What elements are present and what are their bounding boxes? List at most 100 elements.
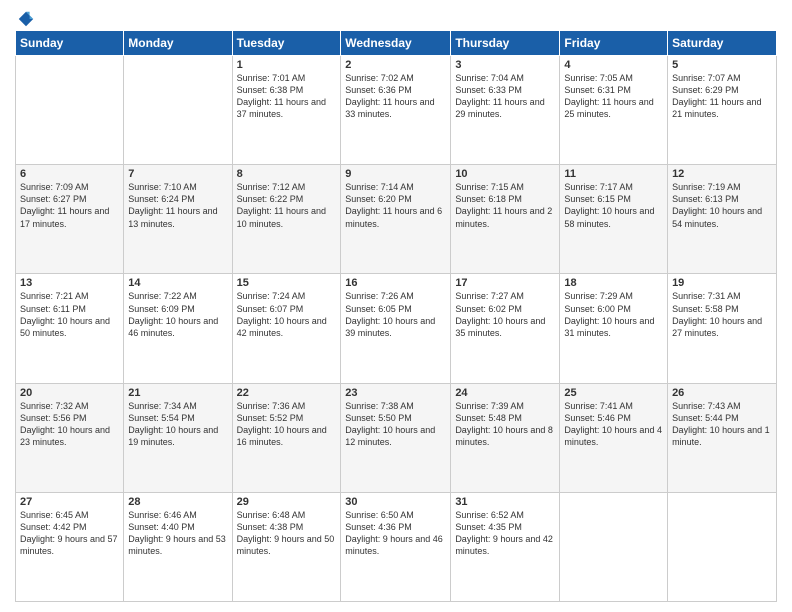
- day-info: Sunrise: 7:10 AM Sunset: 6:24 PM Dayligh…: [128, 181, 227, 230]
- calendar-cell: 19Sunrise: 7:31 AM Sunset: 5:58 PM Dayli…: [668, 274, 777, 383]
- day-info: Sunrise: 7:17 AM Sunset: 6:15 PM Dayligh…: [564, 181, 663, 230]
- calendar-cell: 17Sunrise: 7:27 AM Sunset: 6:02 PM Dayli…: [451, 274, 560, 383]
- calendar-cell: 1Sunrise: 7:01 AM Sunset: 6:38 PM Daylig…: [232, 56, 341, 165]
- calendar-cell: 4Sunrise: 7:05 AM Sunset: 6:31 PM Daylig…: [560, 56, 668, 165]
- day-info: Sunrise: 7:04 AM Sunset: 6:33 PM Dayligh…: [455, 72, 555, 121]
- calendar-cell: 24Sunrise: 7:39 AM Sunset: 5:48 PM Dayli…: [451, 383, 560, 492]
- day-number: 28: [128, 496, 227, 508]
- day-number: 24: [455, 387, 555, 399]
- calendar-cell: 18Sunrise: 7:29 AM Sunset: 6:00 PM Dayli…: [560, 274, 668, 383]
- day-info: Sunrise: 7:38 AM Sunset: 5:50 PM Dayligh…: [345, 400, 446, 449]
- calendar-cell: 28Sunrise: 6:46 AM Sunset: 4:40 PM Dayli…: [124, 492, 232, 601]
- day-header-friday: Friday: [560, 31, 668, 56]
- day-info: Sunrise: 7:26 AM Sunset: 6:05 PM Dayligh…: [345, 290, 446, 339]
- day-number: 30: [345, 496, 446, 508]
- day-number: 1: [237, 59, 337, 71]
- calendar-cell: 6Sunrise: 7:09 AM Sunset: 6:27 PM Daylig…: [16, 165, 124, 274]
- calendar-cell: [560, 492, 668, 601]
- day-header-saturday: Saturday: [668, 31, 777, 56]
- day-number: 7: [128, 168, 227, 180]
- calendar-cell: 9Sunrise: 7:14 AM Sunset: 6:20 PM Daylig…: [341, 165, 451, 274]
- day-info: Sunrise: 7:32 AM Sunset: 5:56 PM Dayligh…: [20, 400, 119, 449]
- calendar-cell: 25Sunrise: 7:41 AM Sunset: 5:46 PM Dayli…: [560, 383, 668, 492]
- day-number: 8: [237, 168, 337, 180]
- day-number: 27: [20, 496, 119, 508]
- header-row: SundayMondayTuesdayWednesdayThursdayFrid…: [16, 31, 777, 56]
- day-header-wednesday: Wednesday: [341, 31, 451, 56]
- day-info: Sunrise: 7:24 AM Sunset: 6:07 PM Dayligh…: [237, 290, 337, 339]
- calendar-cell: 15Sunrise: 7:24 AM Sunset: 6:07 PM Dayli…: [232, 274, 341, 383]
- calendar-cell: 16Sunrise: 7:26 AM Sunset: 6:05 PM Dayli…: [341, 274, 451, 383]
- day-info: Sunrise: 7:36 AM Sunset: 5:52 PM Dayligh…: [237, 400, 337, 449]
- day-number: 20: [20, 387, 119, 399]
- day-number: 15: [237, 277, 337, 289]
- calendar-body: 1Sunrise: 7:01 AM Sunset: 6:38 PM Daylig…: [16, 56, 777, 602]
- calendar-cell: 14Sunrise: 7:22 AM Sunset: 6:09 PM Dayli…: [124, 274, 232, 383]
- day-info: Sunrise: 7:14 AM Sunset: 6:20 PM Dayligh…: [345, 181, 446, 230]
- calendar-cell: [16, 56, 124, 165]
- day-info: Sunrise: 7:29 AM Sunset: 6:00 PM Dayligh…: [564, 290, 663, 339]
- calendar-cell: 20Sunrise: 7:32 AM Sunset: 5:56 PM Dayli…: [16, 383, 124, 492]
- day-number: 16: [345, 277, 446, 289]
- week-row-3: 13Sunrise: 7:21 AM Sunset: 6:11 PM Dayli…: [16, 274, 777, 383]
- day-info: Sunrise: 7:31 AM Sunset: 5:58 PM Dayligh…: [672, 290, 772, 339]
- day-info: Sunrise: 7:21 AM Sunset: 6:11 PM Dayligh…: [20, 290, 119, 339]
- day-info: Sunrise: 7:27 AM Sunset: 6:02 PM Dayligh…: [455, 290, 555, 339]
- calendar-cell: [668, 492, 777, 601]
- day-number: 14: [128, 277, 227, 289]
- calendar-cell: 31Sunrise: 6:52 AM Sunset: 4:35 PM Dayli…: [451, 492, 560, 601]
- calendar-cell: 23Sunrise: 7:38 AM Sunset: 5:50 PM Dayli…: [341, 383, 451, 492]
- page: SundayMondayTuesdayWednesdayThursdayFrid…: [0, 0, 792, 612]
- calendar-cell: 8Sunrise: 7:12 AM Sunset: 6:22 PM Daylig…: [232, 165, 341, 274]
- day-header-monday: Monday: [124, 31, 232, 56]
- day-info: Sunrise: 7:22 AM Sunset: 6:09 PM Dayligh…: [128, 290, 227, 339]
- calendar-table: SundayMondayTuesdayWednesdayThursdayFrid…: [15, 30, 777, 602]
- calendar-cell: [124, 56, 232, 165]
- week-row-5: 27Sunrise: 6:45 AM Sunset: 4:42 PM Dayli…: [16, 492, 777, 601]
- day-info: Sunrise: 7:02 AM Sunset: 6:36 PM Dayligh…: [345, 72, 446, 121]
- calendar-cell: 27Sunrise: 6:45 AM Sunset: 4:42 PM Dayli…: [16, 492, 124, 601]
- header: [15, 10, 777, 24]
- day-header-thursday: Thursday: [451, 31, 560, 56]
- day-info: Sunrise: 7:05 AM Sunset: 6:31 PM Dayligh…: [564, 72, 663, 121]
- calendar-cell: 2Sunrise: 7:02 AM Sunset: 6:36 PM Daylig…: [341, 56, 451, 165]
- calendar-cell: 30Sunrise: 6:50 AM Sunset: 4:36 PM Dayli…: [341, 492, 451, 601]
- day-number: 29: [237, 496, 337, 508]
- day-number: 4: [564, 59, 663, 71]
- logo-icon: [17, 10, 35, 28]
- calendar-cell: 3Sunrise: 7:04 AM Sunset: 6:33 PM Daylig…: [451, 56, 560, 165]
- calendar-cell: 29Sunrise: 6:48 AM Sunset: 4:38 PM Dayli…: [232, 492, 341, 601]
- week-row-4: 20Sunrise: 7:32 AM Sunset: 5:56 PM Dayli…: [16, 383, 777, 492]
- day-info: Sunrise: 6:50 AM Sunset: 4:36 PM Dayligh…: [345, 509, 446, 558]
- calendar-cell: 12Sunrise: 7:19 AM Sunset: 6:13 PM Dayli…: [668, 165, 777, 274]
- day-number: 31: [455, 496, 555, 508]
- day-info: Sunrise: 6:48 AM Sunset: 4:38 PM Dayligh…: [237, 509, 337, 558]
- day-number: 11: [564, 168, 663, 180]
- week-row-2: 6Sunrise: 7:09 AM Sunset: 6:27 PM Daylig…: [16, 165, 777, 274]
- calendar-cell: 7Sunrise: 7:10 AM Sunset: 6:24 PM Daylig…: [124, 165, 232, 274]
- day-info: Sunrise: 7:01 AM Sunset: 6:38 PM Dayligh…: [237, 72, 337, 121]
- day-number: 26: [672, 387, 772, 399]
- day-header-tuesday: Tuesday: [232, 31, 341, 56]
- day-number: 3: [455, 59, 555, 71]
- day-info: Sunrise: 7:41 AM Sunset: 5:46 PM Dayligh…: [564, 400, 663, 449]
- calendar-cell: 21Sunrise: 7:34 AM Sunset: 5:54 PM Dayli…: [124, 383, 232, 492]
- day-info: Sunrise: 7:19 AM Sunset: 6:13 PM Dayligh…: [672, 181, 772, 230]
- calendar-cell: 22Sunrise: 7:36 AM Sunset: 5:52 PM Dayli…: [232, 383, 341, 492]
- day-info: Sunrise: 7:07 AM Sunset: 6:29 PM Dayligh…: [672, 72, 772, 121]
- day-info: Sunrise: 6:45 AM Sunset: 4:42 PM Dayligh…: [20, 509, 119, 558]
- day-number: 6: [20, 168, 119, 180]
- day-header-sunday: Sunday: [16, 31, 124, 56]
- day-info: Sunrise: 7:09 AM Sunset: 6:27 PM Dayligh…: [20, 181, 119, 230]
- week-row-1: 1Sunrise: 7:01 AM Sunset: 6:38 PM Daylig…: [16, 56, 777, 165]
- calendar-header: SundayMondayTuesdayWednesdayThursdayFrid…: [16, 31, 777, 56]
- day-number: 9: [345, 168, 446, 180]
- day-number: 12: [672, 168, 772, 180]
- day-info: Sunrise: 6:52 AM Sunset: 4:35 PM Dayligh…: [455, 509, 555, 558]
- day-info: Sunrise: 6:46 AM Sunset: 4:40 PM Dayligh…: [128, 509, 227, 558]
- day-number: 5: [672, 59, 772, 71]
- day-number: 17: [455, 277, 555, 289]
- day-number: 22: [237, 387, 337, 399]
- day-number: 10: [455, 168, 555, 180]
- logo: [15, 10, 35, 24]
